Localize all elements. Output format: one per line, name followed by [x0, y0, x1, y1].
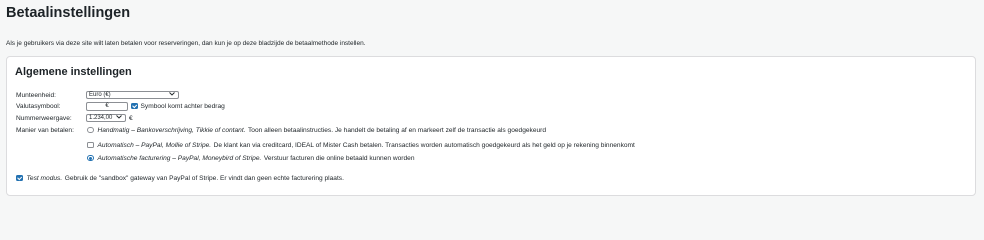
payment-label: Manier van betalen: — [16, 126, 74, 134]
symbol-after-checkbox[interactable] — [131, 102, 138, 110]
currency-select-value: Euro (€) — [89, 92, 111, 98]
payment-checkbox-automatic[interactable] — [87, 141, 94, 149]
payment-option-desc: De klant kan via creditcard, IDEAL of Mi… — [213, 141, 635, 149]
number-format-suffix: € — [129, 114, 133, 122]
symbol-input[interactable]: € — [86, 101, 128, 111]
number-format-label: Nummerweergave: — [16, 114, 72, 122]
number-format-select-value: 1.234,00 — [89, 115, 113, 121]
test-mode-desc: Gebruik de "sandbox" gateway van PayPal … — [64, 174, 344, 182]
intro-text: Als je gebruikers via deze site wilt lat… — [6, 40, 366, 47]
payment-option-desc: Verstuur facturen die online betaald kun… — [263, 154, 415, 162]
payment-radio-manual[interactable] — [87, 126, 94, 134]
chevron-down-icon — [116, 115, 122, 121]
currency-select[interactable]: Euro (€) — [86, 90, 179, 100]
payment-option[interactable]: Handmatig – Bankoverschrijving, Tikkie o… — [87, 125, 546, 135]
symbol-row: Valutasymbool: € Symbool komt achter bed… — [16, 101, 225, 111]
test-mode-row[interactable]: Test modus. Gebruik de "sandbox" gateway… — [16, 173, 344, 183]
symbol-label: Valutasymbool: — [16, 102, 61, 110]
test-mode-title: Test modus. — [26, 174, 63, 182]
payment-option[interactable]: Automatisch – PayPal, Mollie of Stripe. … — [87, 140, 635, 150]
payment-option-title: Handmatig – Bankoverschrijving, Tikkie o… — [97, 126, 246, 134]
payment-option-desc: Toon alleen betaalinstructies. Je handel… — [248, 126, 547, 134]
payment-option[interactable]: Automatische facturering – PayPal, Money… — [87, 153, 415, 163]
currency-label: Munteenheid: — [16, 91, 56, 99]
number-format-row: Nummerweergave: 1.234,00 € — [16, 113, 133, 123]
payment-option-title: Automatische facturering – PayPal, Money… — [97, 154, 262, 162]
number-format-select[interactable]: 1.234,00 — [86, 113, 126, 123]
symbol-after-label: Symbool komt achter bedrag — [140, 102, 225, 110]
payment-radio-invoicing[interactable] — [87, 154, 94, 162]
payment-row: Manier van betalen: — [16, 125, 86, 135]
page-title: Betaalinstellingen — [6, 5, 131, 21]
currency-row: Munteenheid: Euro (€) — [16, 90, 179, 100]
general-settings-panel: Algemene instellingen Munteenheid: Euro … — [6, 56, 976, 196]
payment-option-title: Automatisch – PayPal, Mollie of Stripe. — [97, 141, 212, 149]
panel-title: Algemene instellingen — [15, 66, 132, 78]
test-mode-checkbox[interactable] — [16, 174, 23, 182]
chevron-down-icon — [169, 92, 175, 98]
